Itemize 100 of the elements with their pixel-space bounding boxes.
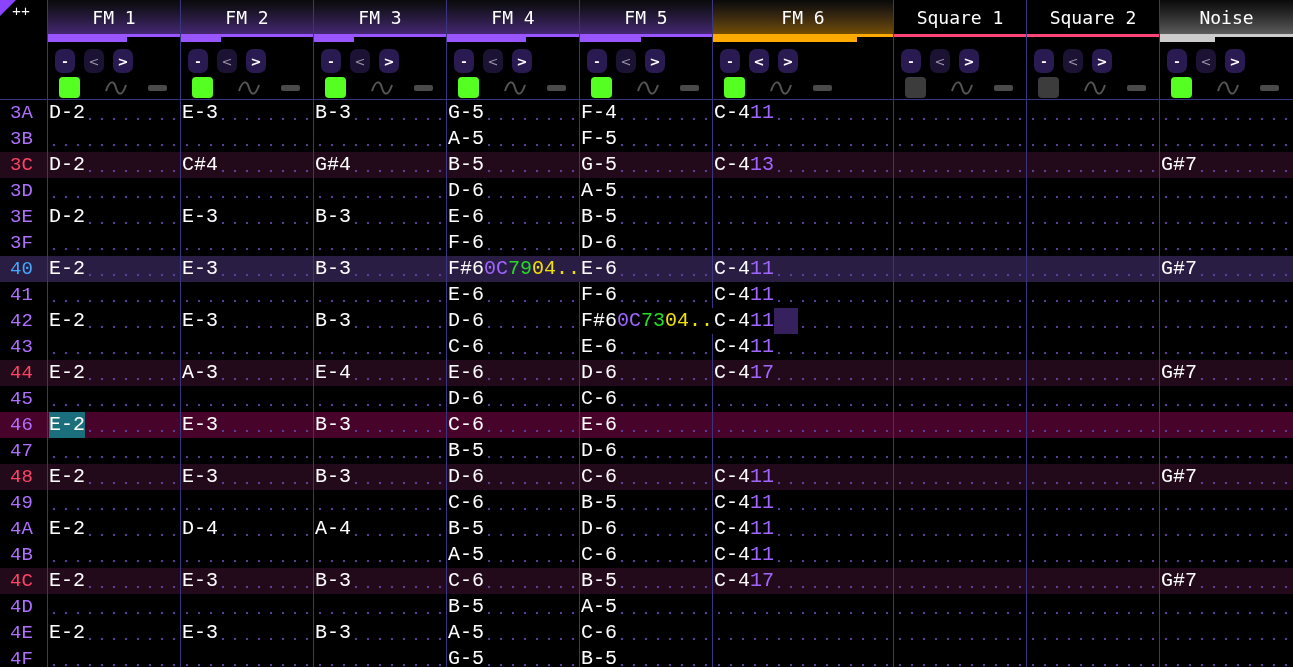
pattern-cell[interactable]: E-6 (447, 360, 580, 386)
channel-button[interactable]: - (587, 49, 607, 73)
pattern-cell[interactable]: B-5 (447, 152, 580, 178)
pattern-cell[interactable]: C-411 (713, 334, 894, 360)
dash-icon[interactable] (281, 84, 300, 91)
pattern-cell[interactable]: E-3 (181, 256, 314, 282)
pattern-cell[interactable]: C#4 (181, 152, 314, 178)
pattern-cell[interactable]: G-5 (447, 646, 580, 667)
wave-icon[interactable] (1084, 80, 1106, 95)
channel-button[interactable]: - (1034, 49, 1054, 73)
channel-button[interactable]: - (454, 49, 474, 73)
channel-button[interactable]: > (1092, 49, 1112, 73)
channel-toggle[interactable] (1171, 77, 1192, 98)
pattern-cell[interactable]: E-3 (181, 308, 314, 334)
pattern-cell[interactable]: B-5 (447, 438, 580, 464)
expand-button[interactable]: ++ (12, 4, 30, 21)
dash-icon[interactable] (547, 84, 566, 91)
pattern-cell[interactable]: E-2 (48, 568, 181, 594)
channel-button[interactable]: - (188, 49, 208, 73)
channel-toggle[interactable] (905, 77, 926, 98)
pattern-cell[interactable]: C-417 (713, 568, 894, 594)
pattern-cell[interactable]: E-6 (447, 282, 580, 308)
pattern-cell[interactable]: C-6 (447, 334, 580, 360)
wave-icon[interactable] (637, 80, 659, 95)
channel-button[interactable]: > (113, 49, 133, 73)
channel-header[interactable]: FM 2 (181, 0, 313, 37)
channel-header[interactable]: FM 6 (713, 0, 893, 37)
channel-button[interactable]: > (1225, 49, 1245, 73)
pattern-cell[interactable]: C-411 (713, 256, 894, 282)
pattern-cell[interactable]: E-6 (580, 412, 713, 438)
channel-header[interactable]: FM 5 (580, 0, 712, 37)
pattern-cell[interactable]: C-6 (580, 386, 713, 412)
pattern-cell[interactable]: D-6 (580, 516, 713, 542)
dash-icon[interactable] (148, 84, 167, 91)
channel-button[interactable]: - (1167, 49, 1187, 73)
pattern-cell[interactable]: E-2 (48, 412, 181, 438)
pattern-cell[interactable]: A-3 (181, 360, 314, 386)
pattern-cell[interactable]: C-411 (713, 490, 894, 516)
pattern-cell[interactable]: D-6 (447, 178, 580, 204)
pattern-cell[interactable]: C-417 (713, 360, 894, 386)
pattern-cell[interactable]: B-5 (580, 204, 713, 230)
pattern-cell[interactable]: E-3 (181, 620, 314, 646)
channel-button[interactable]: > (778, 49, 798, 73)
pattern-cell[interactable]: D-6 (447, 464, 580, 490)
pattern-cell[interactable]: D-6 (580, 438, 713, 464)
channel-button[interactable]: > (645, 49, 665, 73)
pattern-cell[interactable]: C-411 (713, 308, 894, 334)
channel-toggle[interactable] (325, 77, 346, 98)
pattern-cell[interactable]: B-3 (314, 256, 447, 282)
pattern-cell[interactable]: C-6 (580, 620, 713, 646)
pattern-cell[interactable]: F-4 (580, 100, 713, 126)
pattern-cell[interactable]: E-2 (48, 308, 181, 334)
wave-icon[interactable] (770, 80, 792, 95)
pattern-cell[interactable]: E-3 (181, 204, 314, 230)
dash-icon[interactable] (680, 84, 699, 91)
pattern-cell[interactable]: C-411 (713, 100, 894, 126)
pattern-cell[interactable]: B-5 (580, 568, 713, 594)
channel-button[interactable]: < (749, 49, 769, 73)
channel-toggle[interactable] (724, 77, 745, 98)
channel-toggle[interactable] (591, 77, 612, 98)
pattern-cell[interactable]: C-411 (713, 282, 894, 308)
wave-icon[interactable] (1217, 80, 1239, 95)
pattern-cell[interactable]: A-5 (447, 126, 580, 152)
pattern-cell[interactable]: G-5 (447, 100, 580, 126)
pattern-cell[interactable]: E-3 (181, 100, 314, 126)
pattern-cell[interactable]: D-6 (447, 386, 580, 412)
pattern-cell[interactable]: A-5 (447, 542, 580, 568)
channel-toggle[interactable] (59, 77, 80, 98)
pattern-cell[interactable]: F#60C7304.. (580, 308, 713, 334)
pattern-cell[interactable]: C-6 (580, 542, 713, 568)
channel-button[interactable]: - (901, 49, 921, 73)
channel-header[interactable]: FM 3 (314, 0, 446, 37)
pattern-cell[interactable]: F#60C7904.. (447, 256, 580, 282)
pattern-cell[interactable]: A-5 (580, 178, 713, 204)
pattern-cell[interactable]: G#4 (314, 152, 447, 178)
pattern-cell[interactable]: E-3 (181, 568, 314, 594)
dash-icon[interactable] (1260, 84, 1279, 91)
channel-header[interactable]: Noise (1160, 0, 1293, 37)
channel-button[interactable]: > (512, 49, 532, 73)
pattern-cell[interactable]: C-6 (447, 568, 580, 594)
wave-icon[interactable] (238, 80, 260, 95)
pattern-cell[interactable]: D-6 (580, 360, 713, 386)
channel-toggle[interactable] (1038, 77, 1059, 98)
dash-icon[interactable] (994, 84, 1013, 91)
channel-button[interactable]: > (246, 49, 266, 73)
pattern-cell[interactable]: A-4 (314, 516, 447, 542)
pattern-cell[interactable]: C-6 (580, 464, 713, 490)
channel-header[interactable]: FM 4 (447, 0, 579, 37)
pattern-cell[interactable]: D-2 (48, 204, 181, 230)
channel-button[interactable]: - (321, 49, 341, 73)
wave-icon[interactable] (951, 80, 973, 95)
channel-toggle[interactable] (458, 77, 479, 98)
pattern-cell[interactable]: C-413 (713, 152, 894, 178)
pattern-cell[interactable]: B-3 (314, 568, 447, 594)
channel-header[interactable]: FM 1 (48, 0, 180, 37)
pattern-cell[interactable]: D-4 (181, 516, 314, 542)
pattern-cell[interactable]: E-2 (48, 360, 181, 386)
pattern-cell[interactable]: E-2 (48, 516, 181, 542)
pattern-cell[interactable]: A-5 (580, 594, 713, 620)
wave-icon[interactable] (371, 80, 393, 95)
